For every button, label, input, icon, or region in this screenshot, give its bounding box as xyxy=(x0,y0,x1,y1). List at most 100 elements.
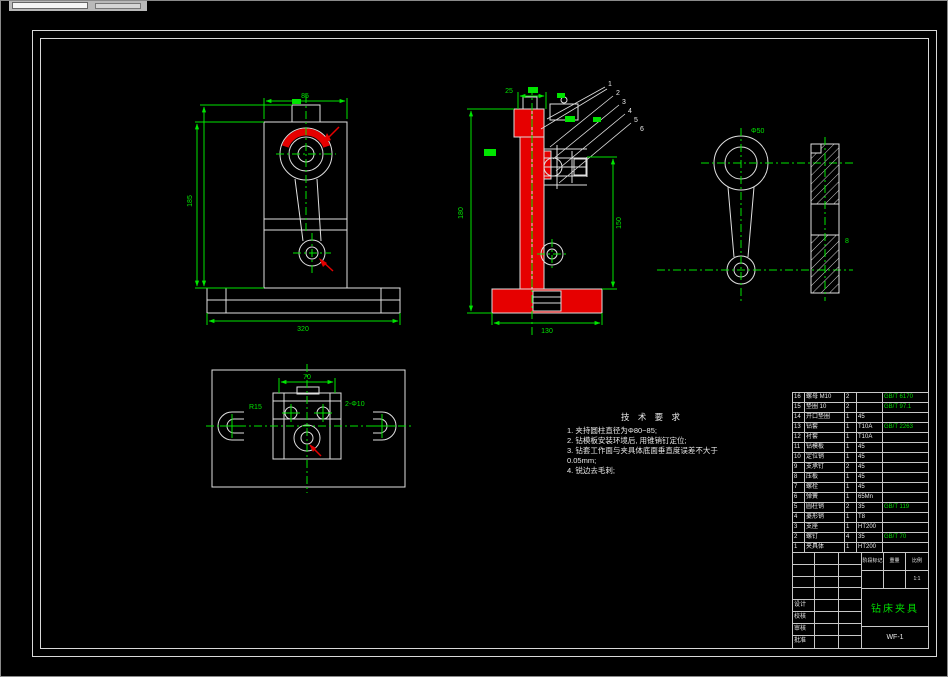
bom-material: 45 xyxy=(857,413,883,422)
bom-row: 13 钻套 1 T10A GB/T 2263 xyxy=(793,423,928,433)
bom-note: GB/T 97.1 xyxy=(884,404,912,410)
title-block: 设计 校核 审核 批准 阶段标记 重量 比例 1:1 钻床夹具 WF-1 xyxy=(792,552,929,649)
bom-qty: 1 xyxy=(845,433,857,442)
bom-material xyxy=(857,393,883,402)
bom-note xyxy=(883,473,928,482)
bom-material: T10A xyxy=(857,423,883,432)
bom-no: 5 xyxy=(793,503,805,512)
bom-note xyxy=(883,413,928,422)
bom-no: 6 xyxy=(793,493,805,502)
bom-no: 10 xyxy=(793,453,805,462)
section-view: 1 2 3 4 5 6 25 180 150 130 xyxy=(458,81,644,335)
bom-material: 65Mn xyxy=(857,493,883,502)
bom-name: 开口垫圈 xyxy=(805,413,845,422)
bom-no: 15 xyxy=(793,403,805,412)
bom-note xyxy=(883,483,928,492)
bom-material: 35 xyxy=(857,533,883,542)
dim-front-bottom: 320 xyxy=(297,326,309,333)
bom-no: 13 xyxy=(793,423,805,432)
bom-table: 16 螺母 M10 2 GB/T 6170 15 垫圈 10 2 GB/T 97… xyxy=(792,392,929,553)
bom-note xyxy=(883,463,928,472)
value-scale: 1:1 xyxy=(913,575,921,582)
drawing-number: WF-1 xyxy=(886,634,904,641)
bom-qty: 2 xyxy=(845,503,857,512)
bom-no: 2 xyxy=(793,533,805,542)
cad-canvas: 85 185 320 1 2 3 4 5 6 25 180 150 130 Φ5… xyxy=(0,0,948,677)
bom-row: 12 衬套 1 T10A xyxy=(793,433,928,443)
bom-row: 15 垫圈 10 2 GB/T 97.1 xyxy=(793,403,928,413)
bom-row: 4 菱形销 1 T8 xyxy=(793,513,928,523)
label-check: 校核 xyxy=(793,612,815,624)
bom-no: 12 xyxy=(793,433,805,442)
plan-dimensions xyxy=(206,364,411,493)
title-block-area: 16 螺母 M10 2 GB/T 6170 15 垫圈 10 2 GB/T 97… xyxy=(792,392,929,649)
bom-no: 3 xyxy=(793,523,805,532)
bom-note: GB/T 2263 xyxy=(884,424,913,430)
bom-no: 7 xyxy=(793,483,805,492)
bom-row: 6 弹簧 1 65Mn xyxy=(793,493,928,503)
bom-qty: 1 xyxy=(845,473,857,482)
bar-section-view: 8 xyxy=(810,137,849,301)
bom-row: 9 支承钉 2 45 xyxy=(793,463,928,473)
bom-name: 定位销 xyxy=(805,453,845,462)
bom-note xyxy=(883,543,928,552)
bom-row: 7 螺栓 1 45 xyxy=(793,483,928,493)
label-stage: 阶段标记 xyxy=(861,553,884,571)
bom-row: 10 定位销 1 45 xyxy=(793,453,928,463)
bom-qty: 1 xyxy=(845,443,857,452)
bom-name: 支承钉 xyxy=(805,463,845,472)
bom-name: 菱形销 xyxy=(805,513,845,522)
title-block-main: 阶段标记 重量 比例 1:1 钻床夹具 WF-1 xyxy=(861,553,928,648)
dim-front-top: 85 xyxy=(301,93,309,100)
dim-sec-left: 180 xyxy=(458,207,465,219)
bom-no: 8 xyxy=(793,473,805,482)
bom-qty: 1 xyxy=(845,523,857,532)
bom-row: 8 压板 1 45 xyxy=(793,473,928,483)
bom-note: GB/T 6170 xyxy=(884,394,913,400)
bom-row: 3 支座 1 HT200 xyxy=(793,523,928,533)
section-red-body xyxy=(491,108,603,314)
bom-row: 2 螺钉 4 35 GB/T 70 xyxy=(793,533,928,543)
bom-name: 夹具体 xyxy=(805,543,845,552)
label-design: 设计 xyxy=(793,600,815,612)
bom-name: 螺栓 xyxy=(805,483,845,492)
bom-qty: 1 xyxy=(845,413,857,422)
callout-5: 5 xyxy=(634,117,638,124)
bom-name: 垫圈 10 xyxy=(805,403,845,412)
bom-row: 11 钻模板 1 45 xyxy=(793,443,928,453)
bom-material: HT200 xyxy=(857,523,883,532)
bom-name: 衬套 xyxy=(805,433,845,442)
tech-line: 3. 钻套工作面与夹具体底面垂直度误差不大于 xyxy=(567,446,718,455)
technical-requirements: 技 术 要 求 1. 夹持圆柱直径为Φ80~85; 2. 钻模板安装环境后, 用… xyxy=(567,412,737,476)
plan-boundary xyxy=(211,369,406,488)
bom-note: GB/T 70 xyxy=(884,534,907,540)
bom-note xyxy=(883,493,928,502)
bom-name: 弹簧 xyxy=(805,493,845,502)
callout-2: 2 xyxy=(616,90,620,97)
dim-sec-right: 150 xyxy=(616,217,623,229)
bom-name: 钻套 xyxy=(805,423,845,432)
bom-no: 16 xyxy=(793,393,805,402)
bom-name: 钻模板 xyxy=(805,443,845,452)
bom-material: 45 xyxy=(857,443,883,452)
bom-name: 压板 xyxy=(805,473,845,482)
bom-qty: 1 xyxy=(845,453,857,462)
bom-row: 16 螺母 M10 2 GB/T 6170 xyxy=(793,393,928,403)
bom-material: 45 xyxy=(857,483,883,492)
callout-6: 6 xyxy=(640,126,644,133)
tech-line: 4. 锐边去毛刺; xyxy=(567,466,615,475)
bom-no: 14 xyxy=(793,413,805,422)
tech-line: 2. 钻模板安装环境后, 用锥销钉定位; xyxy=(567,436,687,445)
bom-note: GB/T 119 xyxy=(884,504,910,510)
title-block-meta: 阶段标记 重量 比例 1:1 xyxy=(861,553,928,589)
dim-plan-top: 70 xyxy=(303,374,311,381)
bom-no: 11 xyxy=(793,443,805,452)
tech-line: 0.05mm; xyxy=(567,456,597,465)
dim-rod-dia: Φ50 xyxy=(751,128,764,135)
dim-sec-top: 25 xyxy=(505,88,513,95)
label-weight: 重量 xyxy=(883,553,906,571)
callout-1: 1 xyxy=(608,81,612,88)
dim-plan-left: R15 xyxy=(249,404,262,411)
bom-note xyxy=(883,453,928,462)
callout-3: 3 xyxy=(622,99,626,106)
